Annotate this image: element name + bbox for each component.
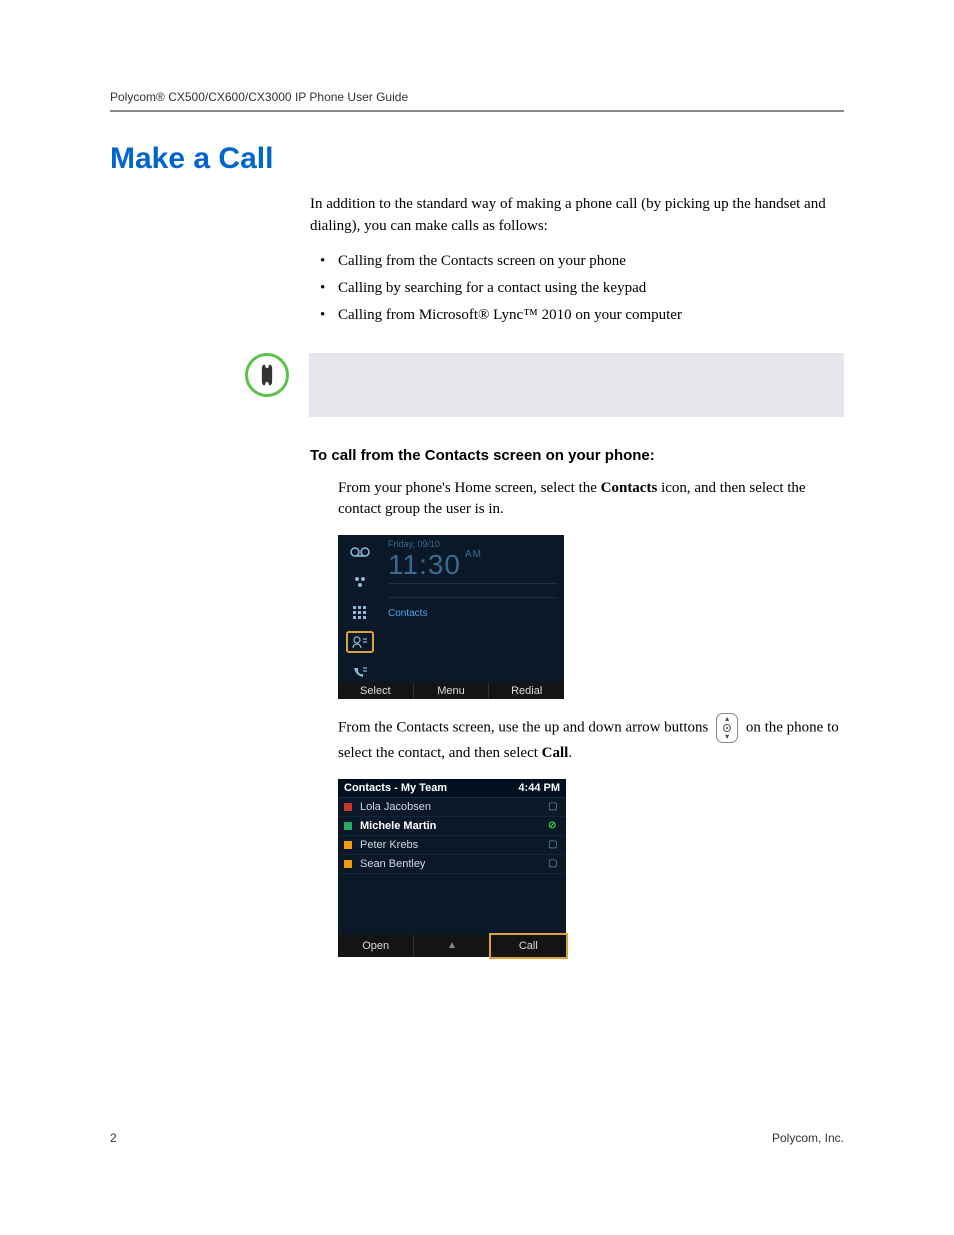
softkey-arrow: ▲: [414, 935, 490, 957]
callout-box: [309, 353, 844, 417]
page-header: Polycom® CX500/CX600/CX3000 IP Phone Use…: [110, 90, 844, 112]
bullet-item: Calling from Microsoft® Lync™ 2010 on yo…: [310, 302, 844, 329]
contact-row: Peter Krebs ▢: [338, 836, 566, 855]
contacts-bold: Contacts: [601, 480, 658, 496]
call-log-icon: [346, 661, 374, 683]
status-icon: ▢: [548, 839, 560, 851]
status-icon: ▢: [548, 858, 560, 870]
bullet-list: Calling from the Contacts screen on your…: [310, 248, 844, 329]
step-2-text: From the Contacts screen, use the up and…: [338, 713, 844, 765]
intro-paragraph: In addition to the standard way of makin…: [310, 194, 844, 238]
phone-selected-label: Contacts: [388, 608, 558, 619]
page-number: 2: [110, 1131, 117, 1145]
section-title: Make a Call: [110, 142, 844, 176]
call-bold: Call: [542, 745, 569, 761]
contact-row: Lola Jacobsen ▢: [338, 798, 566, 817]
contact-name: Peter Krebs: [360, 839, 418, 851]
handset-icon: [245, 353, 289, 397]
phone-contacts-screenshot: Contacts - My Team 4:44 PM Lola Jacobsen…: [338, 779, 566, 957]
updown-arrow-icon: [716, 713, 738, 743]
contacts-time: 4:44 PM: [518, 782, 560, 794]
presence-away-icon: [344, 841, 352, 849]
step-1-text: From your phone's Home screen, select th…: [338, 478, 844, 522]
phone-home-screenshot: Friday, 09/10 11:30AM Contacts Select Me…: [338, 535, 564, 699]
softkey-redial: Redial: [489, 683, 564, 699]
phone-time: 11:30AM: [388, 549, 558, 581]
status-icon: ⊘: [548, 820, 560, 832]
voicemail-icon: [346, 541, 374, 563]
step-2-a: From the Contacts screen, use the up and…: [338, 719, 712, 735]
presence-icon: [346, 571, 374, 593]
softkey-call: Call: [491, 935, 566, 957]
presence-available-icon: [344, 822, 352, 830]
softkey-select: Select: [338, 683, 414, 699]
bullet-item: Calling from the Contacts screen on your…: [310, 248, 844, 275]
contacts-title: Contacts - My Team: [344, 782, 447, 794]
contacts-icon: [346, 631, 374, 653]
presence-busy-icon: [344, 803, 352, 811]
footer-company: Polycom, Inc.: [772, 1131, 844, 1145]
step-1-a: From your phone's Home screen, select th…: [338, 480, 601, 496]
phone-date: Friday, 09/10: [388, 539, 558, 549]
sub-heading: To call from the Contacts screen on your…: [310, 447, 844, 464]
contact-row: Sean Bentley ▢: [338, 855, 566, 874]
step-2-c: .: [568, 745, 572, 761]
contact-name: Sean Bentley: [360, 858, 425, 870]
contact-row: Michele Martin ⊘: [338, 817, 566, 836]
bullet-item: Calling by searching for a contact using…: [310, 275, 844, 302]
softkey-menu: Menu: [414, 683, 490, 699]
contact-name: Lola Jacobsen: [360, 801, 431, 813]
callout-note: [245, 353, 844, 417]
contact-name: Michele Martin: [360, 820, 436, 832]
phone-side-icons: [338, 535, 382, 683]
status-icon: ▢: [548, 801, 560, 813]
softkey-open: Open: [338, 935, 414, 957]
keypad-icon: [346, 601, 374, 623]
presence-away-icon: [344, 860, 352, 868]
phone-faint-line: [388, 586, 558, 595]
